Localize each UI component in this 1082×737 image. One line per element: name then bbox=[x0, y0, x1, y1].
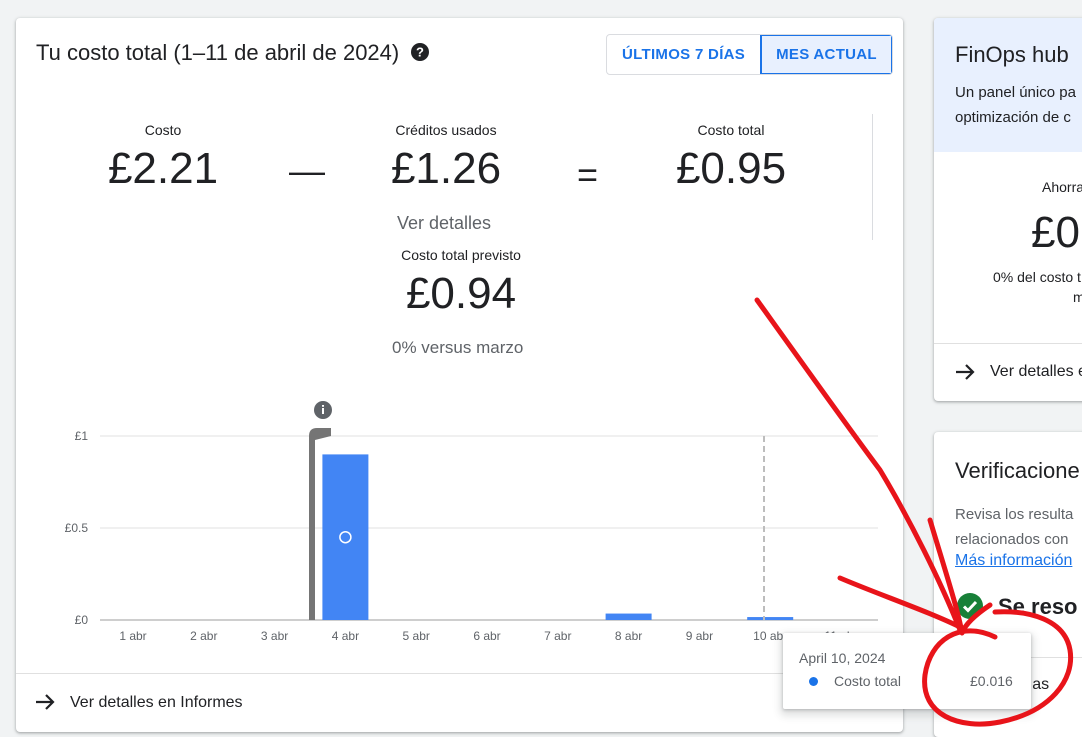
more-info-link[interactable]: Más información bbox=[955, 552, 1072, 570]
info-icon-bar bbox=[322, 408, 324, 414]
finops-title: FinOps hub bbox=[955, 42, 1082, 68]
bar[interactable] bbox=[605, 613, 652, 620]
chart-grid bbox=[100, 435, 878, 621]
checks-desc-line2: relacionados con bbox=[955, 531, 1069, 548]
view-reports-link[interactable]: Ver detalles en Informes bbox=[70, 694, 243, 712]
checks-desc-line1: Revisa los resulta bbox=[955, 506, 1074, 523]
checks-desc: Revisa los resulta relacionados con bbox=[955, 502, 1073, 552]
x-tick-label: 7 abr bbox=[544, 629, 571, 643]
finops-header: FinOps hub Un panel único pa optimizació… bbox=[934, 18, 1082, 152]
x-tick-label: 4 abr bbox=[332, 629, 359, 643]
finops-desc-line2: optimización de c bbox=[955, 109, 1071, 126]
footer-link-row[interactable]: Ver detalles en Informes bbox=[16, 673, 903, 732]
arrow-right-icon bbox=[36, 694, 55, 710]
x-tick-label: 1 abr bbox=[119, 629, 146, 643]
tooltip-value: £0.016 bbox=[970, 673, 1013, 689]
x-tick-label: 3 abr bbox=[261, 629, 288, 643]
finops-desc: Un panel único pa optimización de c bbox=[955, 80, 1076, 130]
check-circle-icon bbox=[957, 593, 983, 619]
savings-value: £0 bbox=[1031, 208, 1080, 257]
finops-details-link[interactable]: Ver detalles e bbox=[990, 363, 1082, 381]
x-tick-label: 5 abr bbox=[403, 629, 430, 643]
y-tick-label: £0 bbox=[75, 613, 89, 627]
y-tick-label: £1 bbox=[75, 429, 89, 443]
series-dot bbox=[809, 677, 818, 686]
checks-title: Verificacione bbox=[955, 458, 1080, 483]
x-tick-label: 9 abr bbox=[686, 629, 713, 643]
savings-sub1: 0% del costo t bbox=[993, 269, 1081, 285]
bar[interactable] bbox=[747, 617, 794, 621]
arrow-right-icon bbox=[956, 364, 975, 380]
chart-bars bbox=[322, 454, 794, 621]
info-icon-dot bbox=[322, 405, 324, 407]
total-cost-card: Tu costo total (1–11 de abril de 2024) ?… bbox=[16, 18, 903, 732]
chart-labels: £0 £0.5 £1 1 abr 2 abr 3 abr 4 abr 5 abr 6 abr 7 … bbox=[65, 429, 858, 643]
x-tick-label: 6 abr bbox=[473, 629, 500, 643]
finops-hub-card: FinOps hub Un panel único pa optimizació… bbox=[934, 18, 1082, 401]
savings-sub2: m bbox=[1073, 289, 1082, 305]
savings-label: Ahorra bbox=[1042, 179, 1082, 195]
finops-title-text: FinOps hub bbox=[955, 42, 1069, 67]
tooltip-series: Costo total bbox=[834, 673, 901, 689]
tooltip-date: April 10, 2024 bbox=[799, 650, 886, 666]
y-tick-label: £0.5 bbox=[65, 521, 89, 535]
finops-desc-line1: Un panel único pa bbox=[955, 84, 1076, 101]
x-tick-label: 2 abr bbox=[190, 629, 217, 643]
chart-tooltip: April 10, 2024 Costo total £0.016 bbox=[783, 633, 1031, 709]
bar[interactable] bbox=[322, 454, 369, 620]
daily-cost-chart: £0 £0.5 £1 1 abr 2 abr 3 abr 4 abr 5 abr 6 abr 7 … bbox=[65, 401, 878, 643]
x-tick-label: 8 abr bbox=[615, 629, 642, 643]
finops-details-row[interactable]: Ver detalles e bbox=[934, 344, 1082, 401]
status-text: Se reso bbox=[998, 594, 1078, 619]
